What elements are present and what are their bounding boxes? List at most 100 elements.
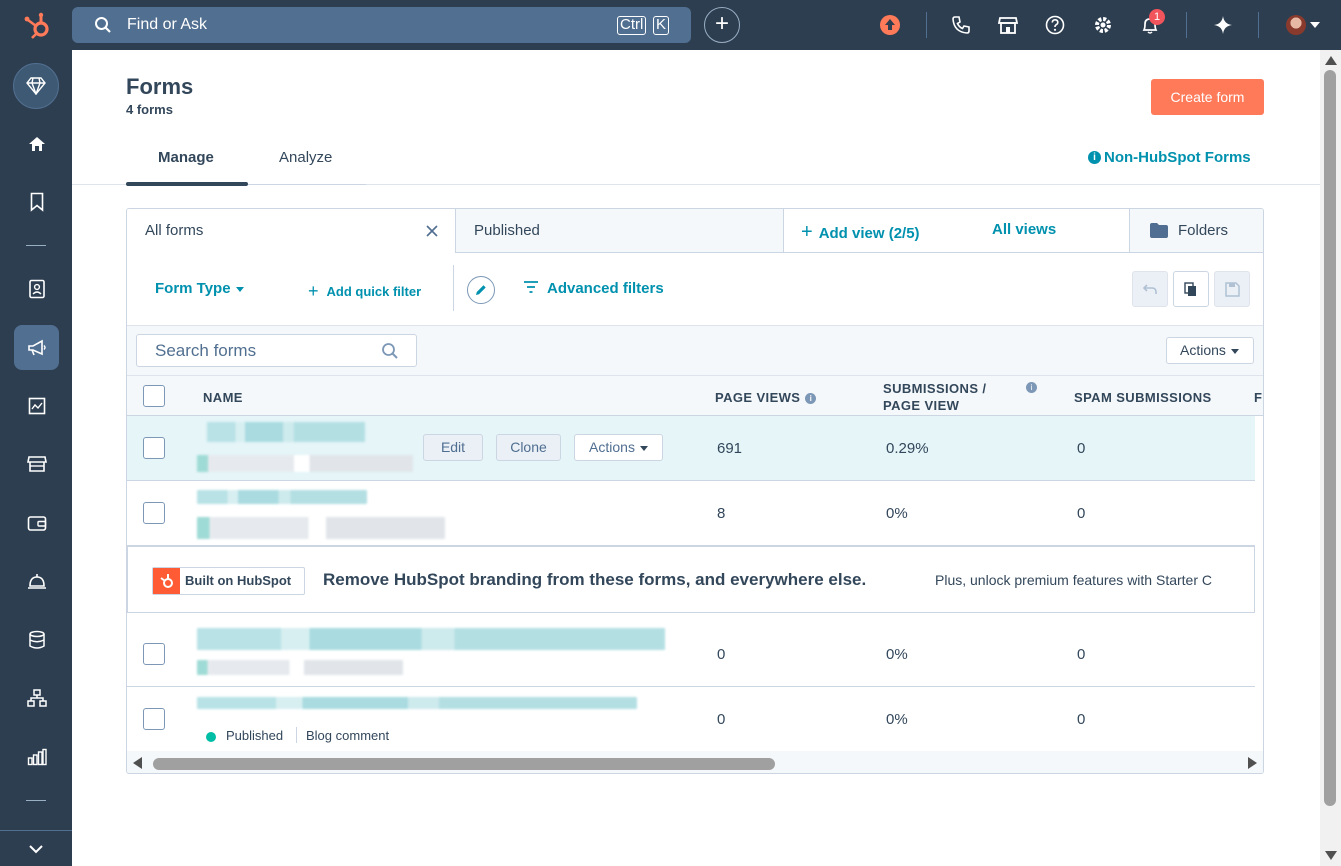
home-icon[interactable] bbox=[14, 121, 59, 166]
service-icon[interactable] bbox=[14, 558, 59, 603]
view-tab-published[interactable]: Published bbox=[456, 209, 784, 253]
hubspot-logo-icon[interactable] bbox=[22, 10, 54, 42]
tab-manage[interactable]: Manage bbox=[158, 149, 214, 166]
form-type-filter[interactable]: Form Type bbox=[155, 280, 244, 297]
global-search[interactable]: Find or Ask Ctrl K bbox=[72, 7, 691, 43]
settings-icon[interactable] bbox=[1092, 14, 1114, 36]
add-view-button[interactable]: + Add view (2/5) bbox=[801, 221, 920, 244]
column-header-page-views[interactable]: PAGE VIEWS i bbox=[715, 390, 817, 405]
add-view-label: Add view (2/5) bbox=[818, 225, 920, 242]
create-form-button[interactable]: Create form bbox=[1151, 79, 1264, 115]
folders-label: Folders bbox=[1178, 222, 1229, 239]
folders-button[interactable]: Folders bbox=[1129, 209, 1263, 253]
select-all-checkbox[interactable] bbox=[143, 385, 165, 407]
clone-button[interactable]: Clone bbox=[496, 434, 561, 461]
horizontal-scroll-thumb[interactable] bbox=[153, 758, 775, 770]
submissions-rate-value: 0% bbox=[886, 646, 908, 663]
marketplace-icon[interactable] bbox=[997, 14, 1019, 36]
wallet-icon[interactable] bbox=[14, 500, 59, 545]
edit-button[interactable]: Edit bbox=[423, 434, 483, 461]
table-row[interactable]: 8 0% 0 bbox=[127, 481, 1255, 546]
content-icon[interactable] bbox=[14, 383, 59, 428]
automation-icon[interactable] bbox=[14, 675, 59, 720]
main-content: Forms 4 forms Create form Manage Analyze… bbox=[72, 50, 1320, 866]
pencil-icon bbox=[476, 285, 486, 295]
filter-bar: Form Type + Add quick filter Advanced fil… bbox=[127, 253, 1263, 325]
scroll-right-icon[interactable] bbox=[1248, 757, 1257, 769]
form-name-redacted[interactable] bbox=[197, 697, 637, 709]
published-status-dot bbox=[206, 732, 216, 742]
tab-analyze[interactable]: Analyze bbox=[279, 149, 332, 166]
page-views-value: 0 bbox=[717, 711, 726, 728]
caret-down-icon bbox=[639, 445, 648, 451]
form-name-redacted[interactable] bbox=[197, 490, 367, 504]
form-type-label: Form Type bbox=[155, 280, 231, 297]
table-row[interactable]: Edit Clone Actions 691 0.29% 0 bbox=[127, 416, 1255, 481]
close-icon[interactable] bbox=[425, 224, 439, 238]
info-icon[interactable]: i bbox=[1026, 382, 1037, 393]
row-actions-dropdown[interactable]: Actions bbox=[574, 434, 663, 461]
row-checkbox[interactable] bbox=[143, 708, 165, 730]
marketing-icon[interactable] bbox=[14, 325, 59, 370]
scroll-down-icon[interactable] bbox=[1325, 851, 1337, 860]
sparkle-icon[interactable] bbox=[1212, 14, 1234, 36]
column-header-name[interactable]: NAME bbox=[203, 390, 243, 405]
banner-heading: Remove HubSpot branding from these forms… bbox=[323, 570, 867, 589]
phone-icon[interactable] bbox=[950, 14, 972, 36]
caret-down-icon bbox=[235, 286, 244, 292]
help-icon[interactable] bbox=[1044, 14, 1066, 36]
chevron-down-icon[interactable] bbox=[1310, 22, 1320, 28]
horizontal-scrollbar[interactable] bbox=[127, 751, 1263, 773]
table-row[interactable]: 0 0% 0 Published Blog comment bbox=[127, 687, 1255, 751]
row-checkbox[interactable] bbox=[143, 437, 165, 459]
view-tab-all-forms[interactable]: All forms bbox=[127, 209, 456, 253]
plus-icon[interactable]: + bbox=[704, 7, 740, 43]
contacts-icon[interactable] bbox=[14, 266, 59, 311]
scroll-up-icon[interactable] bbox=[1325, 56, 1337, 65]
upgrade-icon[interactable] bbox=[880, 15, 900, 35]
save-icon bbox=[1224, 281, 1240, 297]
vertical-scrollbar[interactable] bbox=[1320, 50, 1341, 866]
view-tab-published-label: Published bbox=[474, 222, 540, 239]
save-view-button[interactable] bbox=[1214, 271, 1250, 307]
table-row[interactable]: 0 0% 0 bbox=[127, 622, 1255, 687]
row-checkbox[interactable] bbox=[143, 502, 165, 524]
form-name-redacted[interactable] bbox=[197, 628, 665, 650]
scroll-left-icon[interactable] bbox=[133, 757, 142, 769]
form-name-redacted[interactable] bbox=[207, 422, 365, 442]
sidebar-expand-toggle[interactable] bbox=[0, 830, 72, 866]
all-views-link[interactable]: All views bbox=[992, 221, 1056, 238]
form-meta-redacted bbox=[197, 455, 413, 472]
bookmark-icon[interactable] bbox=[14, 179, 59, 224]
add-quick-filter-button[interactable]: + Add quick filter bbox=[308, 281, 421, 302]
column-header-submissions-rate[interactable]: SUBMISSIONS / bbox=[883, 381, 986, 396]
info-icon[interactable]: i bbox=[805, 393, 817, 404]
column-header-spam-submissions[interactable]: SPAM SUBMISSIONS bbox=[1074, 390, 1212, 405]
row-checkbox[interactable] bbox=[143, 643, 165, 665]
search-icon[interactable] bbox=[381, 342, 399, 360]
sidebar-divider bbox=[26, 245, 46, 246]
table-actions-label: Actions bbox=[1180, 342, 1226, 358]
submissions-rate-value: 0% bbox=[886, 505, 908, 522]
page-title: Forms bbox=[126, 74, 194, 99]
column-header-truncated[interactable]: F bbox=[1254, 390, 1262, 405]
vertical-scroll-thumb[interactable] bbox=[1324, 70, 1336, 806]
search-forms-input[interactable] bbox=[136, 334, 417, 367]
gem-icon[interactable] bbox=[13, 63, 59, 109]
data-icon[interactable] bbox=[14, 617, 59, 662]
non-hubspot-forms-link[interactable]: i Non-HubSpot Forms bbox=[1088, 149, 1251, 166]
branding-upsell-banner[interactable]: Built on HubSpot Remove HubSpot branding… bbox=[127, 546, 1255, 613]
form-type: Blog comment bbox=[306, 728, 390, 743]
sidebar-divider bbox=[26, 800, 46, 801]
reporting-icon[interactable] bbox=[14, 734, 59, 779]
undo-button[interactable] bbox=[1132, 271, 1168, 307]
advanced-filters-button[interactable]: Advanced filters bbox=[523, 280, 664, 297]
table-actions-dropdown[interactable]: Actions bbox=[1166, 337, 1254, 364]
avatar[interactable] bbox=[1286, 15, 1306, 35]
commerce-icon[interactable] bbox=[14, 441, 59, 486]
built-on-hubspot-label: Built on HubSpot bbox=[185, 573, 292, 588]
page-views-value: 0 bbox=[717, 646, 726, 663]
clone-view-button[interactable] bbox=[1173, 271, 1209, 307]
edit-filters-button[interactable] bbox=[467, 276, 495, 304]
forms-table-card: All forms Published + Add view (2/5) All … bbox=[126, 208, 1264, 774]
